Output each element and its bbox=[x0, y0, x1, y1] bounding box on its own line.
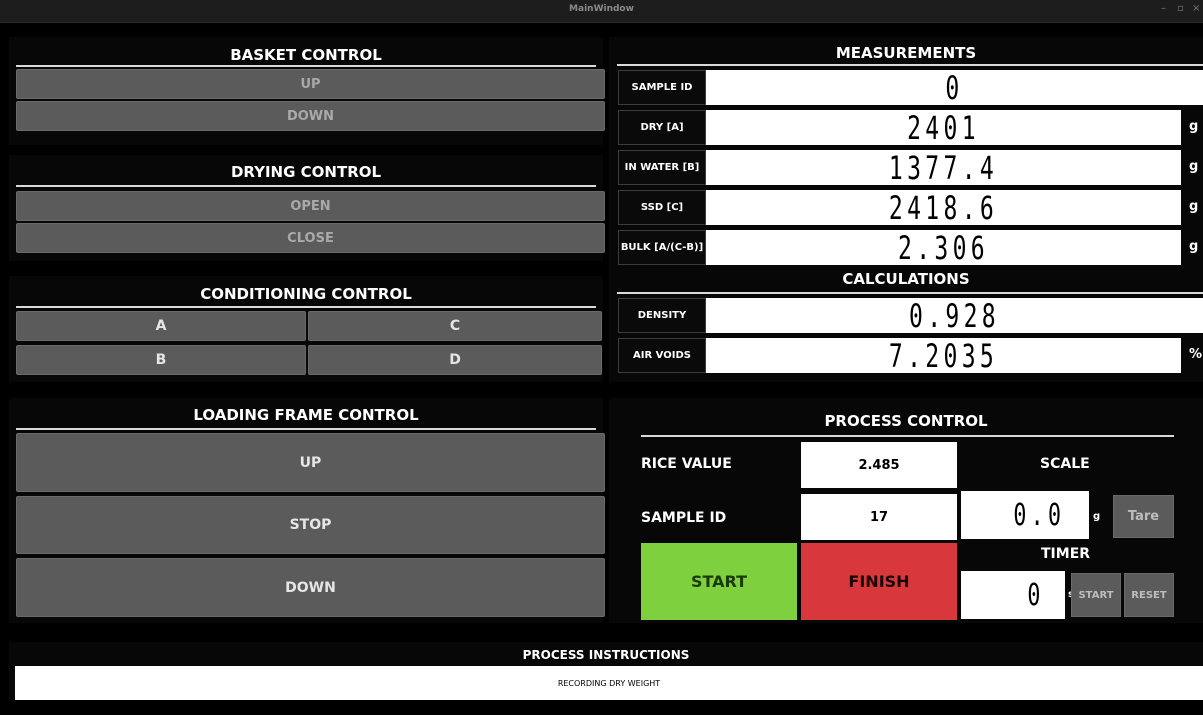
loading-frame-title: LOADING FRAME CONTROL bbox=[193, 406, 419, 424]
start-button[interactable]: START bbox=[641, 543, 797, 620]
ssd-label: SSD [C] bbox=[618, 190, 706, 225]
air-voids-display: 7.2035 bbox=[706, 338, 1181, 373]
divider bbox=[16, 185, 596, 187]
basket-up-button[interactable]: UP bbox=[16, 69, 605, 99]
density-value: 0.928 bbox=[909, 298, 1000, 333]
in-water-label: IN WATER [B] bbox=[618, 150, 706, 185]
loading-stop-button[interactable]: STOP bbox=[16, 496, 605, 554]
ssd-unit: g bbox=[1189, 199, 1199, 214]
divider bbox=[641, 435, 1174, 437]
bulk-display: 2.306 bbox=[706, 230, 1181, 265]
air-voids-label: AIR VOIDS bbox=[618, 338, 706, 373]
basket-control-panel: BASKET CONTROL UP DOWN bbox=[9, 37, 605, 145]
timer-display: 0 bbox=[961, 571, 1065, 619]
drying-close-button[interactable]: CLOSE bbox=[16, 223, 605, 253]
conditioning-control-title: CONDITIONING CONTROL bbox=[200, 285, 412, 303]
drying-open-button[interactable]: OPEN bbox=[16, 191, 605, 221]
process-control-panel: PROCESS CONTROL RICE VALUE 2.485 SCALE S… bbox=[609, 398, 1203, 623]
conditioning-control-panel: CONDITIONING CONTROL A C B D bbox=[9, 276, 603, 382]
minimize-icon[interactable]: – bbox=[1161, 3, 1166, 14]
timer-label: TIMER bbox=[1041, 546, 1091, 562]
loading-up-button[interactable]: UP bbox=[16, 433, 605, 492]
tare-button[interactable]: Tare bbox=[1113, 495, 1174, 538]
process-instructions-panel: PROCESS INSTRUCTIONS RECORDING DRY WEIGH… bbox=[9, 642, 1203, 700]
divider bbox=[16, 428, 596, 430]
sample-id-value: 0 bbox=[945, 70, 964, 105]
rice-value-label: RICE VALUE bbox=[641, 456, 732, 472]
sample-id-input-label: SAMPLE ID bbox=[641, 510, 727, 526]
measurements-panel: MEASUREMENTS SAMPLE ID 0 DRY [A] 2401 g … bbox=[609, 37, 1203, 382]
sample-id-field[interactable]: 17 bbox=[801, 494, 957, 540]
divider bbox=[16, 306, 596, 308]
drying-control-panel: DRYING CONTROL OPEN CLOSE bbox=[9, 155, 605, 261]
conditioning-d-button[interactable]: D bbox=[308, 345, 602, 375]
density-label: DENSITY bbox=[618, 298, 706, 333]
in-water-value: 1377.4 bbox=[888, 150, 999, 185]
loading-down-button[interactable]: DOWN bbox=[16, 558, 605, 617]
measurements-title: MEASUREMENTS bbox=[835, 44, 977, 62]
basket-down-button[interactable]: DOWN bbox=[16, 101, 605, 131]
drying-control-title: DRYING CONTROL bbox=[230, 163, 382, 181]
scale-value: 0.0 bbox=[1013, 497, 1066, 533]
scale-unit: g bbox=[1093, 511, 1101, 522]
timer-value: 0 bbox=[1027, 577, 1045, 613]
conditioning-b-button[interactable]: B bbox=[16, 345, 306, 375]
conditioning-a-button[interactable]: A bbox=[16, 311, 306, 341]
window-title: MainWindow bbox=[569, 4, 634, 14]
maximize-icon[interactable]: ▫ bbox=[1177, 3, 1184, 14]
sample-id-display: 0 bbox=[706, 70, 1203, 105]
ssd-display: 2418.6 bbox=[706, 190, 1181, 225]
in-water-unit: g bbox=[1189, 159, 1199, 174]
close-icon[interactable]: × bbox=[1192, 3, 1200, 14]
process-instructions-text: RECORDING DRY WEIGHT bbox=[15, 666, 1203, 700]
dry-display: 2401 bbox=[706, 110, 1181, 145]
timer-start-button[interactable]: START bbox=[1071, 573, 1121, 617]
in-water-display: 1377.4 bbox=[706, 150, 1181, 185]
density-display: 0.928 bbox=[706, 298, 1203, 333]
air-voids-unit: % bbox=[1189, 347, 1203, 362]
process-control-title: PROCESS CONTROL bbox=[824, 412, 988, 430]
loading-frame-panel: LOADING FRAME CONTROL UP STOP DOWN bbox=[9, 398, 605, 623]
dry-unit: g bbox=[1189, 119, 1199, 134]
divider bbox=[16, 65, 596, 67]
dry-label: DRY [A] bbox=[618, 110, 706, 145]
process-instructions-title: PROCESS INSTRUCTIONS bbox=[522, 648, 690, 662]
divider bbox=[617, 64, 1203, 66]
bulk-unit: g bbox=[1189, 239, 1199, 254]
ssd-value: 2418.6 bbox=[888, 190, 999, 225]
title-bar: MainWindow – ▫ × bbox=[0, 0, 1203, 23]
dry-value: 2401 bbox=[907, 110, 980, 145]
rice-value-field[interactable]: 2.485 bbox=[801, 442, 957, 488]
conditioning-c-button[interactable]: C bbox=[308, 311, 602, 341]
timer-reset-button[interactable]: RESET bbox=[1124, 573, 1174, 617]
basket-control-title: BASKET CONTROL bbox=[230, 46, 382, 64]
scale-display: 0.0 bbox=[961, 491, 1089, 539]
bulk-value: 2.306 bbox=[898, 230, 989, 265]
finish-button[interactable]: FINISH bbox=[801, 543, 957, 620]
air-voids-value: 7.2035 bbox=[888, 338, 999, 373]
scale-label: SCALE bbox=[1040, 456, 1090, 472]
sample-id-label: SAMPLE ID bbox=[618, 70, 706, 105]
calculations-title: CALCULATIONS bbox=[842, 270, 970, 288]
bulk-label: BULK [A/(C-B)] bbox=[618, 230, 706, 265]
divider bbox=[617, 292, 1203, 294]
